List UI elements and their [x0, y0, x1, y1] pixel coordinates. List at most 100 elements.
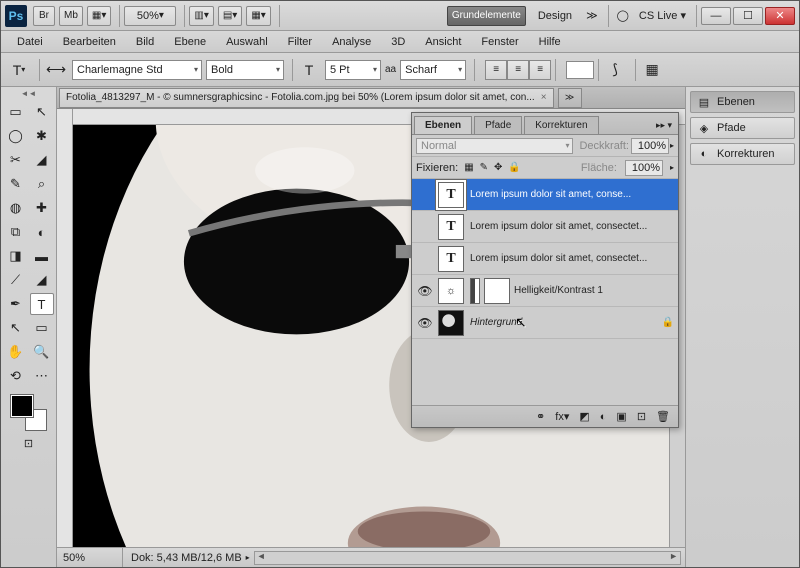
cslive-button[interactable]: CS Live ▾ — [633, 9, 692, 22]
layer-mask-icon[interactable]: ◩ — [579, 410, 589, 423]
tool-3-1[interactable]: ⌕ — [30, 173, 54, 195]
menu-auswahl[interactable]: Auswahl — [216, 33, 278, 51]
tool-5-1[interactable]: ◐ — [30, 221, 54, 243]
tool-2-1[interactable]: ◢ — [30, 149, 54, 171]
menu-analyse[interactable]: Analyse — [322, 33, 381, 51]
orientation-icon[interactable]: ⟷ — [44, 58, 68, 82]
tool-1-0[interactable]: ◯ — [4, 125, 28, 147]
lock-all-icon[interactable]: 🔒 — [508, 162, 520, 173]
tool-preset-icon[interactable]: T▾ — [7, 58, 31, 82]
document-tab[interactable]: Fotolia_4813297_M - © sumnersgraphicsinc… — [59, 88, 554, 108]
menu-datei[interactable]: Datei — [7, 33, 53, 51]
tool-4-1[interactable]: ✚ — [30, 197, 54, 219]
tool-9-1[interactable]: ▭ — [30, 317, 54, 339]
menu-filter[interactable]: Filter — [278, 33, 322, 51]
doc-layout-button[interactable]: ▦▾ — [87, 6, 111, 26]
menu-fenster[interactable]: Fenster — [471, 33, 528, 51]
tool-11-0[interactable]: ⟲ — [4, 365, 28, 387]
fill-input[interactable]: 100% — [625, 160, 663, 176]
menu-bild[interactable]: Bild — [126, 33, 164, 51]
antialias-dropdown[interactable]: Scharf — [400, 60, 466, 80]
close-button[interactable]: ✕ — [765, 7, 795, 25]
minimize-button[interactable]: — — [701, 7, 731, 25]
tool-6-1[interactable]: ▬ — [30, 245, 54, 267]
tool-4-0[interactable]: ◍ — [4, 197, 28, 219]
delete-layer-icon[interactable]: 🗑 — [656, 410, 670, 423]
lock-transparent-icon[interactable]: ▦ — [464, 162, 473, 173]
warp-text-button[interactable]: ⟆ — [603, 58, 627, 82]
tool-0-0[interactable]: ▭ — [4, 101, 28, 123]
layer-row[interactable]: 👁☼Helligkeit/Kontrast 1 — [412, 275, 678, 307]
status-docsize: Dok: 5,43 MB/12,6 MB — [123, 552, 242, 564]
layer-row[interactable]: TLorem ipsum dolor sit amet, conse... — [412, 179, 678, 211]
extras-button-2[interactable]: ▤▾ — [218, 6, 242, 26]
minibridge-button[interactable]: Mb — [59, 6, 83, 26]
opacity-input[interactable]: 100% — [631, 138, 669, 154]
panel-menu-button[interactable]: ▸▸ ▾ — [650, 117, 678, 134]
extras-button-1[interactable]: ▥▾ — [189, 6, 213, 26]
font-size-dropdown[interactable]: 5 Pt — [325, 60, 381, 80]
align-right-button[interactable]: ≡ — [529, 60, 551, 80]
lock-position-icon[interactable]: ✥ — [494, 162, 502, 173]
dock-ebenen[interactable]: ▤Ebenen — [690, 91, 795, 113]
align-center-button[interactable]: ≡ — [507, 60, 529, 80]
layer-group-icon[interactable]: ▣ — [616, 410, 626, 423]
visibility-toggle[interactable] — [416, 218, 434, 236]
horizontal-scrollbar[interactable] — [254, 551, 681, 565]
dock-korrekturen[interactable]: ◐Korrekturen — [690, 143, 795, 165]
tool-10-0[interactable]: ✋ — [4, 341, 28, 363]
layer-fx-icon[interactable]: fx▾ — [555, 410, 569, 423]
tool-7-1[interactable]: ◢ — [30, 269, 54, 291]
layer-row[interactable]: 👁Hintergrund🔒 — [412, 307, 678, 339]
workspace-grundelemente[interactable]: Grundelemente — [447, 6, 526, 26]
extras-button-3[interactable]: ▦▾ — [246, 6, 270, 26]
font-weight-dropdown[interactable]: Bold — [206, 60, 284, 80]
bridge-button[interactable]: Br — [33, 6, 55, 26]
menu-3d[interactable]: 3D — [381, 33, 415, 51]
status-zoom[interactable]: 50% — [57, 548, 123, 567]
align-left-button[interactable]: ≡ — [485, 60, 507, 80]
link-layers-icon[interactable]: ⚭ — [536, 410, 545, 423]
color-swatches[interactable] — [11, 395, 47, 431]
tool-6-0[interactable]: ◨ — [4, 245, 28, 267]
zoom-dropdown[interactable]: 50% ▾ — [124, 6, 176, 26]
blend-mode-dropdown[interactable]: Normal — [416, 138, 573, 154]
close-tab-icon[interactable]: × — [541, 92, 547, 103]
font-family-dropdown[interactable]: Charlemagne Std — [72, 60, 202, 80]
tool-7-0[interactable]: ⟋ — [4, 269, 28, 291]
visibility-toggle[interactable]: 👁 — [416, 282, 434, 300]
layer-row[interactable]: TLorem ipsum dolor sit amet, consectet..… — [412, 243, 678, 275]
panel-tab-pfade[interactable]: Pfade — [474, 116, 522, 134]
text-color-swatch[interactable] — [566, 61, 594, 79]
tool-8-1[interactable]: T — [30, 293, 54, 315]
tool-5-0[interactable]: ⧉ — [4, 221, 28, 243]
visibility-toggle[interactable] — [416, 250, 434, 268]
tool-9-0[interactable]: ↖ — [4, 317, 28, 339]
panel-tab-ebenen[interactable]: Ebenen — [414, 116, 472, 134]
adjustment-layer-icon[interactable]: ◐ — [600, 411, 607, 423]
tab-overflow-button[interactable]: ≫ — [558, 88, 582, 108]
character-panel-button[interactable]: ▦ — [640, 58, 664, 82]
tool-1-1[interactable]: ✱ — [30, 125, 54, 147]
menu-bearbeiten[interactable]: Bearbeiten — [53, 33, 126, 51]
lock-pixels-icon[interactable]: ✎ — [480, 162, 488, 173]
visibility-toggle[interactable]: 👁 — [416, 314, 434, 332]
new-layer-icon[interactable]: ⊡ — [637, 410, 646, 423]
tool-0-1[interactable]: ↖ — [30, 101, 54, 123]
tool-11-1[interactable]: ⋯ — [30, 365, 54, 387]
tool-8-0[interactable]: ✒ — [4, 293, 28, 315]
tool-3-0[interactable]: ✎ — [4, 173, 28, 195]
panel-tab-korrekturen[interactable]: Korrekturen — [524, 116, 598, 134]
dock-pfade[interactable]: ◈Pfade — [690, 117, 795, 139]
workspace-more[interactable]: ≫ — [580, 9, 604, 22]
foreground-color-swatch[interactable] — [11, 395, 33, 417]
workspace-design[interactable]: Design — [530, 10, 580, 22]
menu-hilfe[interactable]: Hilfe — [529, 33, 571, 51]
visibility-toggle[interactable] — [416, 186, 434, 204]
menu-ebene[interactable]: Ebene — [164, 33, 216, 51]
layer-row[interactable]: TLorem ipsum dolor sit amet, consectet..… — [412, 211, 678, 243]
tool-2-0[interactable]: ✂ — [4, 149, 28, 171]
tool-10-1[interactable]: 🔍 — [30, 341, 54, 363]
maximize-button[interactable]: ☐ — [733, 7, 763, 25]
menu-ansicht[interactable]: Ansicht — [415, 33, 471, 51]
